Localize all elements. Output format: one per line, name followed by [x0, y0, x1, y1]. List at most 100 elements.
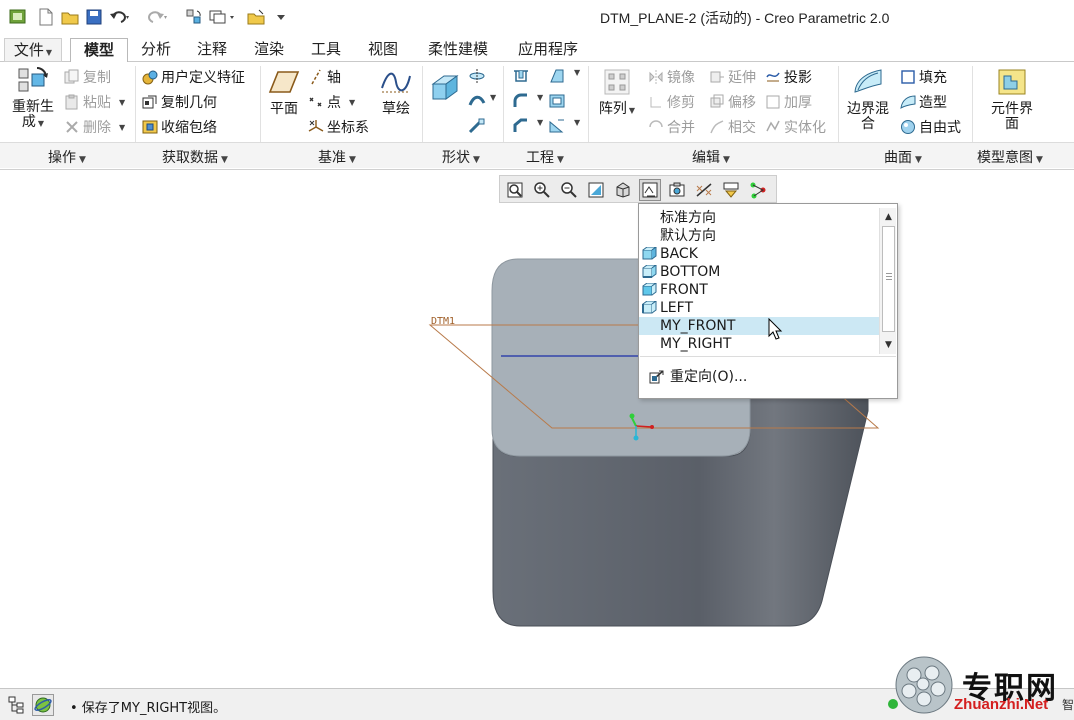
project-button[interactable]: 投影	[765, 67, 812, 87]
menu-item-view-my-front[interactable]: MY_FRONT	[639, 317, 879, 335]
axis-button[interactable]: 轴	[308, 67, 341, 87]
menu-item-view-bottom[interactable]: BOTTOM	[639, 263, 879, 281]
tab-model[interactable]: 模型	[70, 38, 128, 63]
zoom-in-icon[interactable]	[531, 179, 553, 201]
close-window-icon[interactable]	[246, 7, 266, 27]
sweep-icon[interactable]	[468, 93, 486, 109]
menu-item-standard-orientation[interactable]: 标准方向	[639, 209, 879, 227]
csys-button[interactable]: 坐标系	[308, 117, 369, 137]
pattern-button[interactable]: 阵列 ▼	[594, 68, 640, 118]
menu-item-default-orientation[interactable]: 默认方向	[639, 227, 879, 245]
chamfer-dropdown[interactable]: ▼	[535, 118, 543, 127]
group-model-intent[interactable]: 模型意图 ▼	[977, 147, 1043, 167]
model-viewport[interactable]: DTM1	[0, 171, 1074, 687]
customize-toolbar-icon[interactable]	[274, 7, 288, 27]
regenerate-icon[interactable]	[184, 7, 204, 27]
saved-orientations-icon[interactable]	[639, 179, 661, 201]
display-style-icon[interactable]	[612, 179, 634, 201]
plane-button[interactable]: 平面	[266, 68, 302, 117]
component-interface-button[interactable]: 元件界 面	[984, 68, 1040, 132]
menu-scrollbar[interactable]: ▲ ▼	[879, 208, 896, 354]
refit-icon[interactable]	[504, 179, 526, 201]
spin-center-icon[interactable]	[747, 179, 769, 201]
draft-dropdown[interactable]: ▼	[572, 68, 580, 77]
style-button[interactable]: 造型	[900, 92, 947, 112]
scroll-thumb[interactable]	[882, 226, 895, 332]
merge-button[interactable]: 合并	[648, 117, 695, 137]
offset-button[interactable]: 偏移	[709, 92, 756, 112]
shapes-more-dropdown[interactable]: ▼	[488, 93, 496, 102]
menu-item-view-back[interactable]: BACK	[639, 245, 879, 263]
freestyle-button[interactable]: 自由式	[900, 117, 961, 137]
menu-item-view-left[interactable]: LEFT	[639, 299, 879, 317]
hole-icon[interactable]	[512, 68, 530, 84]
group-operations[interactable]: 操作 ▼	[48, 147, 86, 167]
group-engineering[interactable]: 工程 ▼	[526, 147, 564, 167]
save-icon[interactable]	[84, 7, 104, 27]
udf-button[interactable]: 用户定义特征	[142, 67, 245, 87]
group-surfaces[interactable]: 曲面 ▼	[884, 147, 922, 167]
undo-icon[interactable]	[108, 7, 132, 27]
solidify-button[interactable]: 实体化	[765, 117, 826, 137]
browser-toggle-icon[interactable]	[32, 694, 54, 716]
shell-icon[interactable]	[548, 93, 566, 109]
group-datum[interactable]: 基准 ▼	[318, 147, 356, 167]
extrude-icon[interactable]	[430, 72, 460, 102]
draft-icon[interactable]	[548, 68, 566, 84]
intersect-button[interactable]: 相交	[709, 117, 756, 137]
copy-button[interactable]: 复制	[64, 67, 111, 87]
scroll-up-arrow-icon[interactable]: ▲	[880, 209, 897, 225]
graphics-window[interactable]: DTM1	[0, 171, 1074, 687]
fill-button[interactable]: 填充	[900, 67, 947, 87]
watermark-url: Zhuanzhi.Net	[954, 696, 1049, 713]
revolve-icon[interactable]	[468, 68, 486, 84]
tab-flexible-modeling[interactable]: 柔性建模	[418, 38, 498, 62]
style-icon	[900, 94, 916, 110]
regenerate-button[interactable]: 重新生 成 ▼	[6, 66, 60, 131]
tab-view[interactable]: 视图	[361, 38, 405, 62]
menu-item-view-my-right[interactable]: MY_RIGHT	[639, 335, 879, 353]
repaint-icon[interactable]	[585, 179, 607, 201]
open-folder-icon[interactable]	[60, 7, 80, 27]
datum-display-icon[interactable]	[693, 179, 715, 201]
tab-file[interactable]: 文件 ▼	[4, 38, 62, 62]
tab-annotate[interactable]: 注释	[190, 38, 234, 62]
group-get-data[interactable]: 获取数据 ▼	[162, 147, 228, 167]
round-dropdown[interactable]: ▼	[535, 93, 543, 102]
scroll-down-arrow-icon[interactable]: ▼	[880, 337, 897, 353]
swept-blend-icon[interactable]	[468, 118, 486, 134]
round-icon[interactable]	[512, 93, 530, 109]
rib-dropdown[interactable]: ▼	[572, 118, 580, 127]
view-manager-icon[interactable]	[666, 179, 688, 201]
thicken-button[interactable]: 加厚	[765, 92, 812, 112]
menu-item-reorient[interactable]: 重定向(O)...	[639, 368, 839, 386]
delete-button[interactable]: 删除 ▼	[64, 117, 125, 137]
redo-icon[interactable]	[146, 7, 170, 27]
point-button[interactable]: 点 ▼	[308, 92, 355, 112]
shrinkwrap-button[interactable]: 收缩包络	[142, 117, 217, 137]
chamfer-icon[interactable]	[512, 118, 530, 134]
extend-button[interactable]: 延伸	[709, 67, 756, 87]
reorient-icon	[649, 370, 664, 384]
group-editing[interactable]: 编辑 ▼	[692, 147, 730, 167]
tab-analysis[interactable]: 分析	[134, 38, 178, 62]
status-trailing-text: 智	[1062, 698, 1074, 712]
boundary-blend-button[interactable]: 边界混 合	[842, 68, 894, 132]
app-logo-icon[interactable]	[8, 7, 28, 27]
group-shapes[interactable]: 形状 ▼	[442, 147, 480, 167]
model-tree-toggle-icon[interactable]	[8, 696, 26, 714]
paste-button[interactable]: 粘贴 ▼	[64, 92, 125, 112]
tab-applications[interactable]: 应用程序	[508, 38, 588, 62]
new-file-icon[interactable]	[36, 7, 56, 27]
menu-item-view-front[interactable]: FRONT	[639, 281, 879, 299]
sketch-button[interactable]: 草绘	[378, 68, 414, 117]
windows-icon[interactable]	[208, 7, 238, 27]
tab-tools[interactable]: 工具	[304, 38, 348, 62]
zoom-out-icon[interactable]	[558, 179, 580, 201]
mirror-button[interactable]: 镜像	[648, 67, 695, 87]
trim-button[interactable]: 修剪	[648, 92, 695, 112]
rib-icon[interactable]	[548, 118, 566, 134]
copy-geometry-button[interactable]: 复制几何	[142, 92, 217, 112]
annotation-display-icon[interactable]	[720, 179, 742, 201]
tab-render[interactable]: 渲染	[247, 38, 291, 62]
